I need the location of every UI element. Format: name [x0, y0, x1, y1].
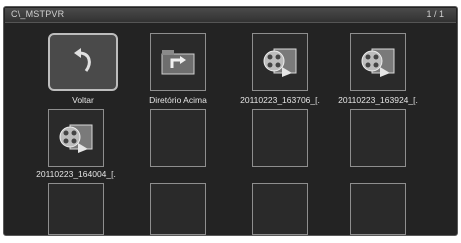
empty-slot [350, 183, 406, 235]
empty-slot [150, 183, 206, 235]
empty-slot [252, 183, 308, 235]
empty-slot [150, 109, 206, 167]
page-indicator: 1 / 1 [426, 9, 444, 19]
empty-slot [48, 183, 104, 235]
file-tile-3[interactable] [48, 109, 104, 167]
parent-folder-icon [161, 50, 195, 75]
video-file-icon [361, 48, 395, 77]
file-browser-screen: C\_MSTPVR 1 / 1 Voltar Diretório Acima 2… [3, 6, 458, 236]
file-label-3: 20110223_164004_[. [36, 169, 116, 179]
file-tile-1[interactable] [252, 33, 308, 91]
file-tile-2[interactable] [350, 33, 406, 91]
back-arrow-icon [74, 48, 91, 72]
folder-title: C\_MSTPVR [11, 9, 65, 19]
title-bar: C\_MSTPVR 1 / 1 [5, 8, 456, 23]
video-file-icon [59, 124, 93, 153]
back-label: Voltar [72, 95, 94, 105]
file-label-2: 20110223_163924_[. [338, 95, 418, 105]
parent-directory-button[interactable] [150, 33, 206, 91]
empty-slot [252, 109, 308, 167]
video-file-icon [263, 48, 297, 77]
empty-slot [350, 109, 406, 167]
parent-directory-label: Diretório Acima [149, 95, 207, 105]
file-label-1: 20110223_163706_[. [240, 95, 320, 105]
back-button[interactable] [48, 33, 118, 91]
